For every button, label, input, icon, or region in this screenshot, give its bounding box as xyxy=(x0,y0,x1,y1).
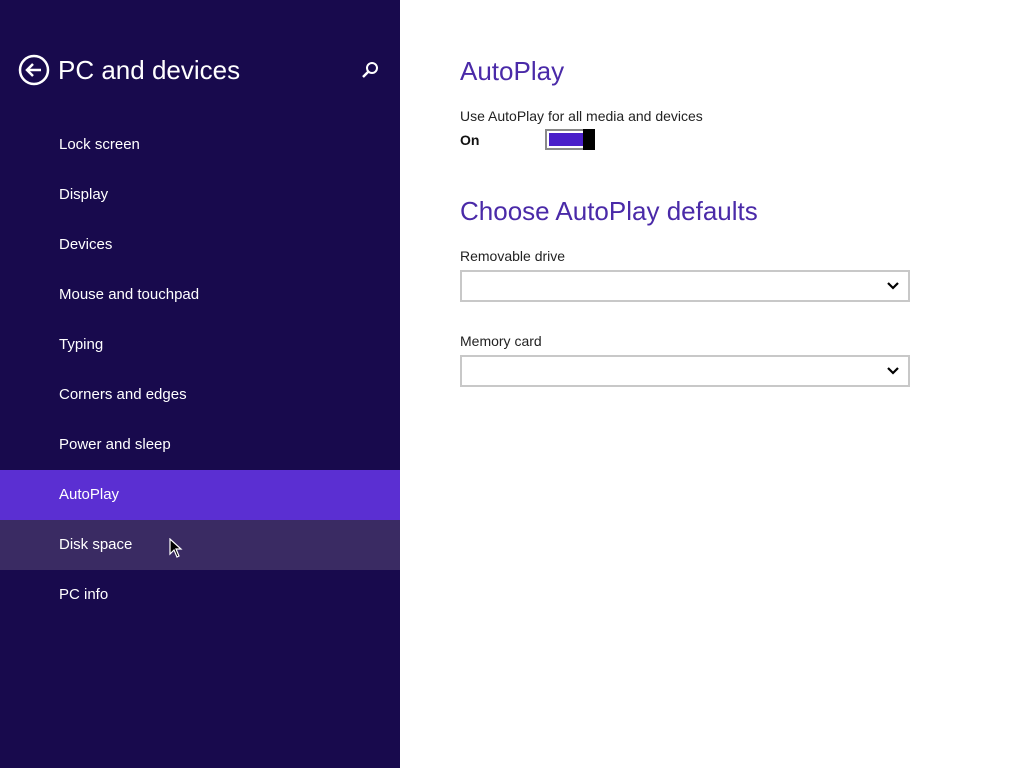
sidebar-item-label: PC info xyxy=(59,586,109,603)
sidebar-item-mouse-and-touchpad[interactable]: Mouse and touchpad xyxy=(0,270,400,320)
autoplay-toggle-label: Use AutoPlay for all media and devices xyxy=(460,108,703,124)
sidebar-item-display[interactable]: Display xyxy=(0,170,400,220)
sidebar-item-label: Disk space xyxy=(59,536,133,553)
mouse-pointer-icon xyxy=(169,538,183,558)
sidebar-item-label: Typing xyxy=(59,336,104,353)
memory-card-label: Memory card xyxy=(460,333,542,349)
search-button[interactable] xyxy=(360,60,380,80)
back-arrow-icon xyxy=(18,54,50,86)
page-title: PC and devices xyxy=(58,55,241,85)
back-button[interactable] xyxy=(18,54,50,86)
sidebar-item-label: Power and sleep xyxy=(59,436,171,453)
sidebar-item-autoplay[interactable]: AutoPlay xyxy=(0,470,400,520)
autoplay-heading: AutoPlay xyxy=(460,56,565,86)
sidebar-nav: Lock screen Display Devices Mouse and to… xyxy=(0,120,400,620)
autoplay-toggle-state: On xyxy=(460,132,480,148)
sidebar-item-pc-info[interactable]: PC info xyxy=(0,570,400,620)
chevron-down-icon xyxy=(887,367,899,375)
sidebar-item-label: Devices xyxy=(59,236,113,253)
removable-drive-label: Removable drive xyxy=(460,248,566,264)
sidebar-item-label: AutoPlay xyxy=(59,486,120,503)
autoplay-toggle[interactable] xyxy=(545,129,595,150)
sidebar-item-power-and-sleep[interactable]: Power and sleep xyxy=(0,420,400,470)
sidebar-item-typing[interactable]: Typing xyxy=(0,320,400,370)
toggle-thumb[interactable] xyxy=(583,129,595,150)
sidebar-item-devices[interactable]: Devices xyxy=(0,220,400,270)
sidebar-item-label: Corners and edges xyxy=(59,386,187,403)
memory-card-dropdown[interactable] xyxy=(460,355,910,387)
sidebar-item-corners-and-edges[interactable]: Corners and edges xyxy=(0,370,400,420)
sidebar-header: PC and devices xyxy=(18,52,388,90)
removable-drive-dropdown[interactable] xyxy=(460,270,910,302)
chevron-down-icon xyxy=(887,282,899,290)
search-icon xyxy=(362,62,378,78)
main-content: AutoPlay Use AutoPlay for all media and … xyxy=(400,0,1024,768)
autoplay-defaults-heading: Choose AutoPlay defaults xyxy=(460,196,758,226)
sidebar-item-lock-screen[interactable]: Lock screen xyxy=(0,120,400,170)
sidebar-item-disk-space[interactable]: Disk space xyxy=(0,520,400,570)
sidebar-item-label: Mouse and touchpad xyxy=(59,286,200,303)
sidebar: PC and devices Lock screen Display Devic… xyxy=(0,0,400,768)
sidebar-item-label: Lock screen xyxy=(59,136,140,153)
toggle-fill xyxy=(549,133,585,146)
sidebar-item-label: Display xyxy=(59,186,109,203)
